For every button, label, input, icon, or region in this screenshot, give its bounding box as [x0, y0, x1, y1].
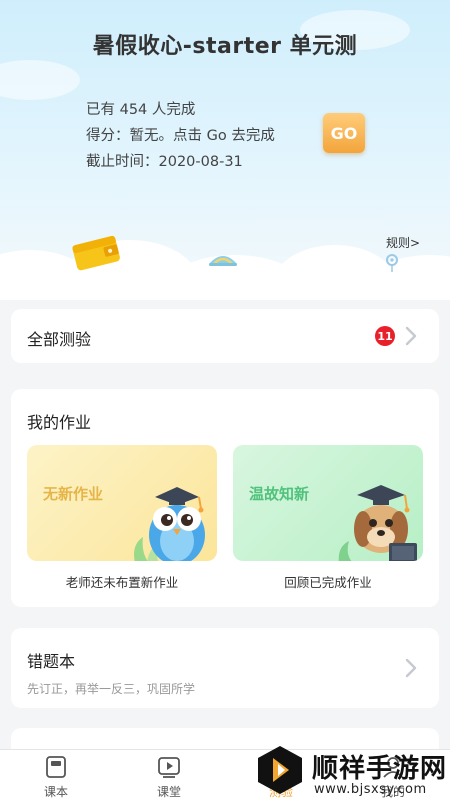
wrong-book-subtitle: 先订正，再举一反三，巩固所学	[27, 682, 196, 696]
hero-banner: 暑假收心-starter 单元测 已有 454 人完成 得分：暂无。点击 Go …	[0, 0, 450, 300]
book-icon	[46, 756, 66, 778]
all-tests-label: 全部测验	[27, 330, 92, 349]
unread-badge: 11	[375, 326, 395, 346]
rules-link[interactable]: 规则>	[386, 234, 420, 251]
review-homework-caption: 回顾已完成作业	[284, 575, 372, 590]
new-homework-title: 无新作业	[43, 485, 104, 503]
review-homework-tile[interactable]: 温故知新	[233, 445, 423, 561]
watermark: 顺祥手游网 www.bjsxsy.com	[250, 740, 450, 800]
tab-textbook[interactable]: 课本	[11, 750, 101, 800]
go-button[interactable]: GO	[323, 113, 365, 153]
homework-card: 我的作业 无新作业 温故知新 老师还未布置新作业 回顾已完成作业	[11, 389, 439, 607]
homework-label: 我的作业	[27, 413, 92, 432]
chevron-right-icon	[405, 658, 417, 678]
dog-icon	[338, 485, 417, 561]
wrong-book-row[interactable]: 错题本 先订正，再举一反三，巩固所学	[11, 628, 439, 708]
review-homework-title: 温故知新	[249, 485, 310, 503]
owl-icon	[134, 487, 205, 561]
tab-textbook-label: 课本	[43, 785, 68, 799]
watermark-text: 顺祥手游网	[312, 754, 448, 784]
page-title: 暑假收心-starter 单元测	[92, 34, 358, 59]
tab-classroom-label: 课堂	[156, 785, 181, 799]
score-text: 得分：暂无。点击 Go 去完成	[86, 128, 275, 144]
watermark-logo-icon	[258, 746, 302, 794]
video-icon	[158, 757, 180, 778]
completed-count: 已有 454 人完成	[86, 102, 196, 118]
new-homework-caption: 老师还未布置新作业	[65, 575, 179, 590]
wallet-icon[interactable]	[70, 232, 124, 272]
pinwheel-icon	[386, 254, 398, 272]
deadline-text: 截止时间：2020-08-31	[86, 154, 243, 170]
tab-classroom[interactable]: 课堂	[124, 750, 214, 800]
new-homework-tile[interactable]: 无新作业	[27, 445, 217, 561]
all-tests-row[interactable]: 全部测验 11	[11, 309, 439, 363]
watermark-url: www.bjsxsy.com	[314, 782, 427, 797]
umbrella-icon	[209, 256, 237, 266]
chevron-right-icon	[405, 326, 417, 346]
wrong-book-label: 错题本	[27, 652, 76, 671]
